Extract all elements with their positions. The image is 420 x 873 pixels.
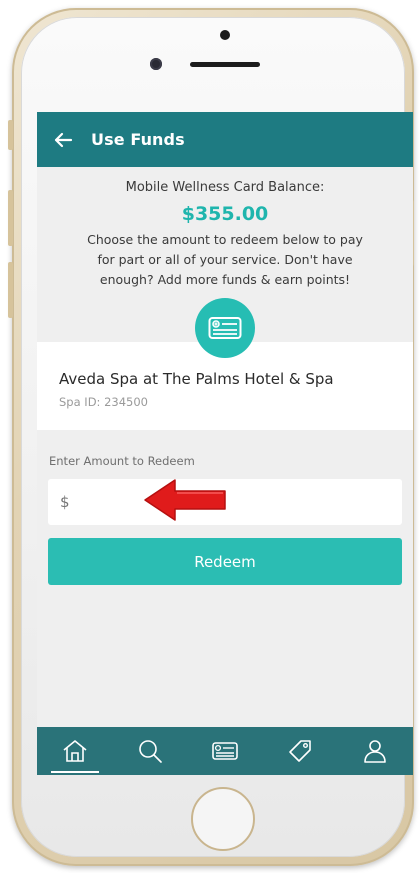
- nav-home[interactable]: [47, 727, 103, 775]
- home-icon: [63, 740, 87, 762]
- tag-icon: [289, 740, 311, 762]
- home-button[interactable]: [191, 787, 255, 851]
- earpiece-speaker: [190, 62, 260, 67]
- front-camera: [150, 58, 162, 70]
- nav-wallet[interactable]: [197, 727, 253, 775]
- app-header: Use Funds: [37, 112, 413, 167]
- volume-down-button: [8, 262, 13, 318]
- instructions-text: Choose the amount to redeem below to pay…: [87, 232, 363, 287]
- amount-field-label: Enter Amount to Redeem: [49, 454, 195, 468]
- bottom-nav: [37, 727, 413, 775]
- user-icon: [364, 740, 387, 763]
- balance-label: Mobile Wellness Card Balance:: [125, 180, 325, 195]
- nav-search[interactable]: [122, 727, 178, 775]
- annotation-arrow-icon: [144, 479, 226, 521]
- back-arrow-icon[interactable]: [51, 128, 75, 152]
- spa-id: Spa ID: 234500: [59, 395, 148, 409]
- balance-value: $355.00: [181, 203, 269, 225]
- page-title: Use Funds: [91, 130, 185, 149]
- app-screen: Use Funds Mobile Wellness Card Balance: …: [37, 112, 413, 775]
- spa-name: Aveda Spa at The Palms Hotel & Spa: [59, 370, 334, 388]
- search-icon: [138, 740, 162, 763]
- volume-up-button: [8, 190, 13, 246]
- mute-switch: [8, 120, 13, 150]
- proximity-sensor: [220, 30, 230, 40]
- nav-deals[interactable]: [272, 727, 328, 775]
- card-icon: [208, 317, 242, 339]
- card-icon: [212, 742, 238, 760]
- nav-profile[interactable]: [347, 727, 403, 775]
- redeem-button[interactable]: Redeem: [48, 538, 402, 585]
- wellness-card-badge: [195, 298, 255, 358]
